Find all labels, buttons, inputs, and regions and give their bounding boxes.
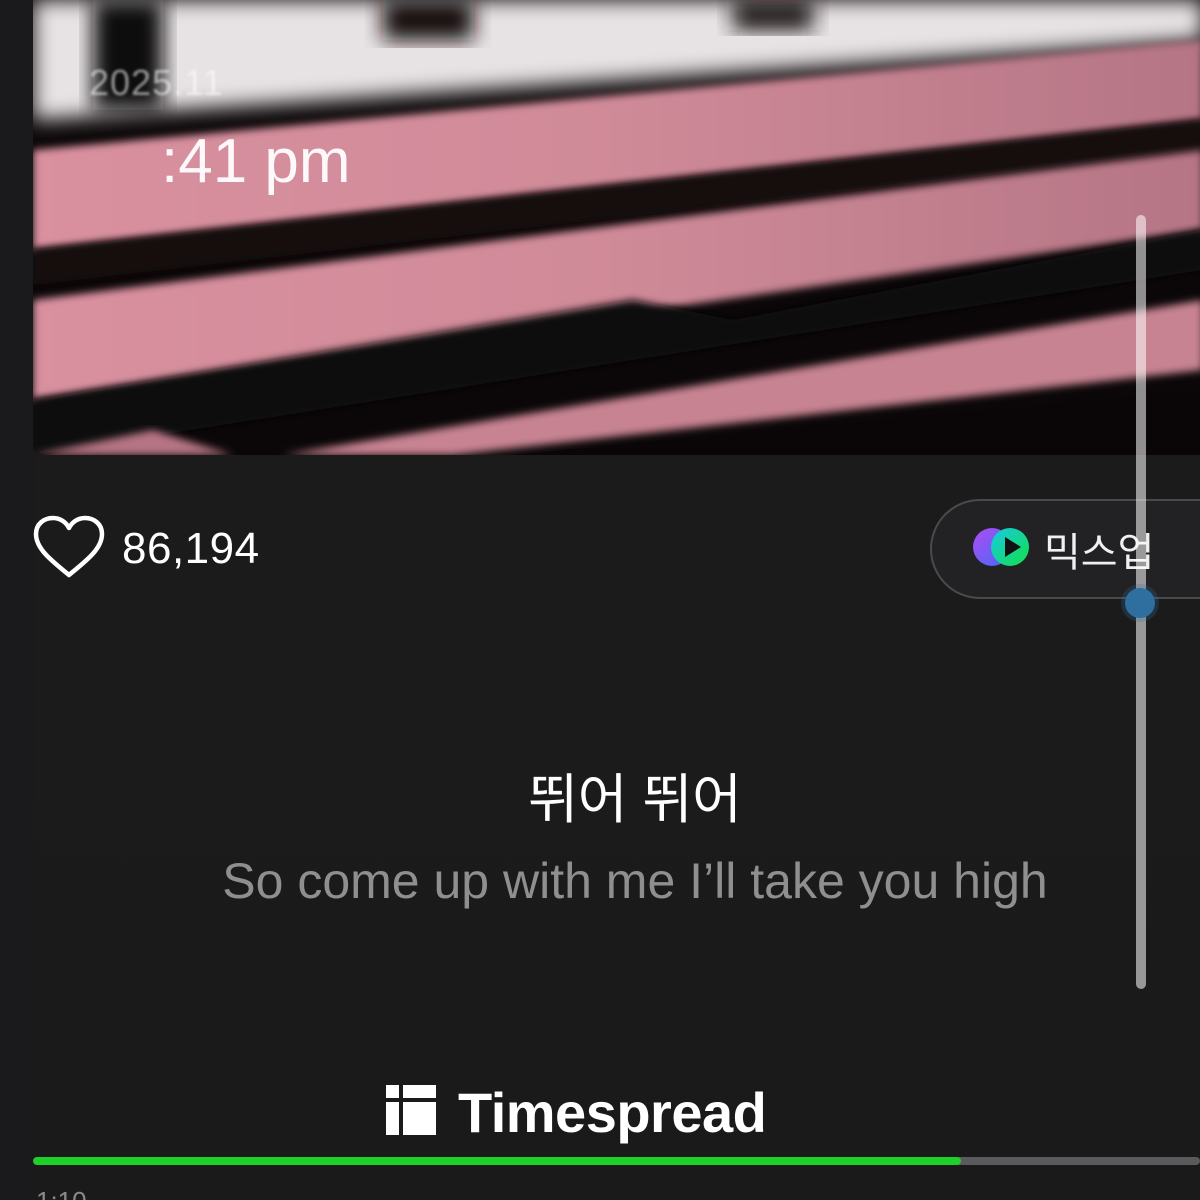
timespread-logo-icon xyxy=(386,1085,436,1140)
album-art-date-text: 2025.11 xyxy=(89,62,224,103)
lyric-next-line: So come up with me I’ll take you high xyxy=(222,853,1048,909)
lyric-current-line: 뛰어 뛰어 xyxy=(528,770,742,830)
heart-outline-icon[interactable] xyxy=(32,515,106,584)
album-art-time-text: :41 pm xyxy=(161,127,351,196)
playback-progress-fill xyxy=(33,1157,961,1165)
playback-progress-bar[interactable] xyxy=(33,1157,1200,1165)
lyrics-scrollbar-thumb[interactable] xyxy=(1125,588,1155,618)
timespread-wordmark: Timespread xyxy=(458,1081,767,1144)
mixup-button[interactable]: 믹스업 xyxy=(930,499,1200,599)
like-row: 86,194 xyxy=(32,515,260,583)
lyrics-screen: 2025.11 :41 pm 86,194 믹스업 뛰어 뛰어 So come … xyxy=(0,0,1200,1200)
elapsed-time: 1:10 xyxy=(36,1186,87,1200)
mixup-logo-icon xyxy=(972,524,1030,575)
like-count: 86,194 xyxy=(122,524,260,573)
timespread-brand: Timespread xyxy=(386,1080,767,1145)
album-art: 2025.11 :41 pm xyxy=(33,0,1200,455)
left-edge xyxy=(0,0,34,1200)
